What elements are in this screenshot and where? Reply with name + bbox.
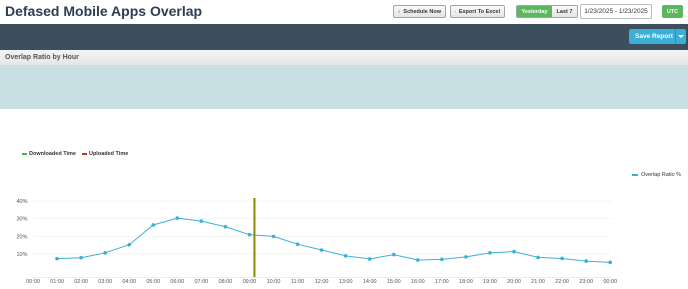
data-point[interactable] [536, 255, 540, 260]
downloaded-swatch [22, 153, 27, 155]
x-tick-label: 19:00 [483, 279, 497, 285]
clock-icon [398, 10, 401, 13]
series-swatch [632, 174, 638, 176]
x-tick-label: 05:00 [146, 279, 160, 285]
x-tick-label: 16:00 [411, 279, 425, 285]
series-legend-label: Overlap Ratio % [641, 172, 682, 178]
data-point[interactable] [127, 242, 131, 247]
schedule-now-label: Schedule Now [403, 8, 441, 15]
x-tick-label: 00:00 [26, 279, 40, 285]
time-legend: Downloaded Time Uploaded Time [22, 151, 128, 157]
x-tick-label: 06:00 [170, 279, 184, 285]
y-axis-ticks: 10% 20% 30% 40% [16, 199, 27, 258]
x-tick-label: 02:00 [74, 279, 88, 285]
date-preset-toggle: Yesterday Last 7 [516, 5, 578, 18]
data-point[interactable] [584, 259, 588, 263]
last-7-button[interactable]: Last 7 [552, 6, 577, 17]
data-point[interactable] [175, 216, 180, 220]
data-point[interactable] [247, 232, 252, 237]
x-tick-label: 04:00 [122, 279, 136, 285]
schedule-now-button[interactable]: Schedule Now [393, 5, 446, 18]
x-tick-label: 08:00 [219, 279, 233, 285]
save-report-button[interactable]: Save Report [629, 29, 686, 44]
summary-band [0, 66, 688, 109]
x-tick-label: 20:00 [507, 279, 521, 285]
x-tick-label: 09:00 [243, 279, 257, 285]
save-report-label: Save Report [635, 33, 673, 40]
save-report-dropdown[interactable] [675, 29, 686, 44]
section-title: Overlap Ratio by Hour [5, 54, 79, 61]
x-tick-label: 01:00 [50, 279, 64, 285]
x-tick-label: 12:00 [315, 279, 329, 285]
data-point[interactable] [488, 251, 492, 255]
data-point[interactable] [199, 219, 204, 223]
data-point[interactable] [271, 234, 276, 239]
x-tick-label: 03:00 [98, 279, 112, 285]
chart-grid [33, 200, 612, 278]
data-point[interactable] [151, 223, 156, 227]
timezone-button[interactable]: UTC [662, 5, 683, 18]
x-tick-label: 07:00 [194, 279, 208, 285]
report-toolbar: Save Report [0, 24, 688, 50]
x-tick-label: 15:00 [387, 279, 401, 285]
section-header: Overlap Ratio by Hour [0, 50, 688, 66]
data-point[interactable] [416, 258, 420, 262]
data-point[interactable] [79, 255, 83, 260]
data-point[interactable] [512, 249, 516, 254]
data-point[interactable] [440, 257, 444, 262]
excel-icon [455, 11, 456, 12]
data-point[interactable] [560, 256, 564, 261]
x-axis-ticks: 00:00 01:00 02:00 03:00 04:00 05:00 06:00 07:00… [26, 279, 617, 285]
series-overlap-ratio [55, 216, 612, 265]
data-point[interactable] [464, 255, 468, 259]
data-point[interactable] [608, 260, 612, 265]
y-tick-label: 10% [16, 252, 27, 258]
data-point[interactable] [367, 257, 372, 261]
chevron-down-icon [678, 35, 684, 38]
yesterday-button[interactable]: Yesterday [517, 6, 552, 17]
data-point[interactable] [319, 248, 324, 252]
x-tick-label: 17:00 [435, 279, 449, 285]
data-point[interactable] [55, 256, 59, 261]
y-tick-label: 20% [16, 234, 27, 240]
x-tick-label: 21:00 [531, 279, 545, 285]
date-range-picker[interactable]: 1/23/2025 - 1/23/2025 [580, 4, 652, 19]
data-point[interactable] [391, 252, 396, 257]
y-tick-label: 30% [16, 217, 27, 223]
series-legend[interactable]: Overlap Ratio % [632, 172, 681, 178]
x-tick-label: 14:00 [363, 279, 377, 285]
data-point[interactable] [223, 224, 228, 229]
export-to-excel-label: Export To Excel [458, 8, 500, 15]
uploaded-swatch [81, 153, 87, 155]
x-tick-label: 00:00 [603, 279, 617, 285]
data-point[interactable] [343, 254, 348, 258]
y-tick-label: 40% [16, 199, 27, 205]
data-point[interactable] [295, 242, 300, 246]
page-title: Defased Mobile Apps Overlap [5, 3, 203, 19]
legend-downloaded-label: Downloaded Time [29, 151, 76, 157]
x-tick-label: 23:00 [579, 279, 593, 285]
export-to-excel-button[interactable]: Export To Excel [450, 5, 505, 18]
data-point[interactable] [103, 251, 107, 255]
x-tick-label: 13:00 [339, 279, 353, 285]
x-tick-label: 10:00 [267, 279, 281, 285]
overlap-ratio-chart: 10% 20% 30% 40% 00:00 01:00 02:00 03:00 04:00 05… [16, 198, 617, 285]
top-bar: Defased Mobile Apps Overlap Schedule Now… [0, 0, 688, 24]
legend-downloaded[interactable]: Downloaded Time [22, 151, 76, 157]
series-line [57, 217, 611, 263]
x-tick-label: 18:00 [459, 279, 473, 285]
x-tick-label: 22:00 [555, 279, 569, 285]
legend-uploaded[interactable]: Uploaded Time [81, 151, 129, 157]
legend-uploaded-label: Uploaded Time [88, 151, 129, 157]
x-tick-label: 11:00 [291, 279, 304, 285]
